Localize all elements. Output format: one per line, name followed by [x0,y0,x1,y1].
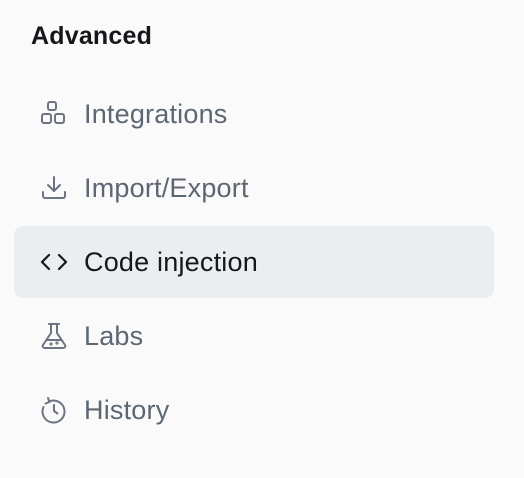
menu-item-integrations[interactable]: Integrations [14,78,494,150]
integrations-icon [38,98,70,130]
menu-item-label: Code injection [84,247,258,277]
menu-item-label: History [84,395,170,425]
advanced-settings-section: Advanced Integrations Import/Export Code… [0,0,524,478]
menu-item-history[interactable]: History [14,374,494,446]
download-icon [38,172,70,204]
menu-item-label: Import/Export [84,173,249,203]
menu-item-label: Integrations [84,99,228,129]
menu-item-import-export[interactable]: Import/Export [14,152,494,224]
menu-item-code-injection[interactable]: Code injection [14,226,494,298]
flask-icon [38,320,70,352]
menu-item-labs[interactable]: Labs [14,300,494,372]
code-icon [38,246,70,278]
menu-item-label: Labs [84,321,144,351]
history-icon [38,394,70,426]
section-title: Advanced [31,22,153,50]
